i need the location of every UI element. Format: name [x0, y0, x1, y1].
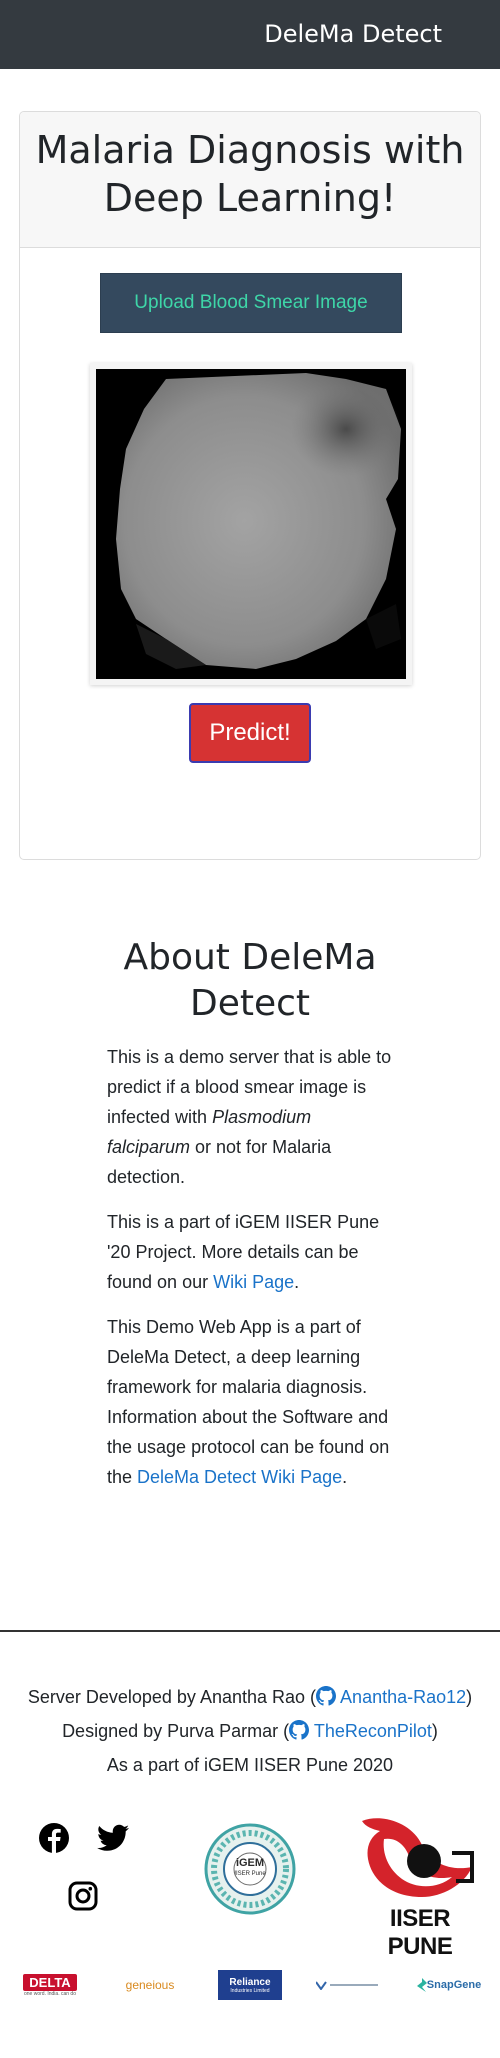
delema-wiki-link[interactable]: DeleMa Detect Wiki Page	[137, 1467, 342, 1487]
delta-logo: DELTA one word. India. can do	[18, 1970, 82, 2000]
twitter-icon[interactable]	[97, 1824, 129, 1852]
part-of-text: As a part of iGEM IISER Pune 2020	[106, 1755, 394, 1775]
delta-logo-text: DELTA	[23, 1973, 77, 1991]
card-header: Malaria Diagnosis with Deep Learning!	[20, 112, 480, 248]
developer-credit: Server Developed by Anantha Rao ( Ananth…	[0, 1680, 500, 1714]
igem-logo-text: iGEM	[235, 1857, 265, 1869]
designer-github-link[interactable]: TheReconPilot	[314, 1721, 432, 1741]
navbar-brand[interactable]: DeleMa Detect	[264, 20, 442, 48]
snapgene-logo: SnapGene	[416, 1970, 482, 2000]
partner-logo	[316, 1970, 380, 2000]
predict-button[interactable]: Predict!	[189, 703, 311, 763]
geneious-logo: geneious	[125, 1978, 175, 1992]
blood-smear-preview	[96, 369, 406, 679]
credit-text: Designed by Purva Parmar (	[62, 1721, 290, 1741]
about-text: .	[342, 1467, 348, 1487]
about-text: This Demo Web App is a part of DeleMa De…	[107, 1317, 390, 1487]
delta-logo-tagline: one word. India. can do	[24, 1990, 76, 1997]
snapgene-logo-text: SnapGene	[426, 1979, 482, 1991]
github-icon	[289, 1720, 310, 1740]
credit-text: )	[466, 1687, 473, 1707]
credit-text: )	[431, 1721, 438, 1741]
about-title: About DeleMa Detect	[123, 937, 377, 1024]
about-paragraph-2: This is a part of iGEM IISER Pune '20 Pr…	[107, 1207, 392, 1297]
designer-credit: Designed by Purva Parmar ( TheReconPilot…	[0, 1714, 500, 1748]
developer-github-link[interactable]: Anantha-Rao12	[340, 1687, 466, 1707]
iiser-pune-logo-text: IISER PUNE	[387, 1905, 453, 1960]
igem-logo-subtext: IISER Pune	[234, 1871, 266, 1877]
navbar: DeleMa Detect	[0, 0, 500, 69]
reliance-logo-tagline: Industries Limited	[230, 1987, 270, 1994]
reliance-logo: Reliance Industries Limited	[218, 1970, 282, 2000]
credits: Server Developed by Anantha Rao ( Ananth…	[0, 1680, 500, 1782]
diagnosis-card: Malaria Diagnosis with Deep Learning! Up…	[19, 111, 481, 860]
github-icon	[316, 1686, 337, 1706]
about-paragraph-3: This Demo Web App is a part of DeleMa De…	[107, 1312, 392, 1492]
iiser-pune-logo: IISER PUNE	[352, 1815, 482, 1960]
image-preview	[90, 363, 412, 685]
snapgene-icon	[416, 1978, 427, 1992]
igem-logo: iGEM IISER Pune	[204, 1823, 296, 1915]
wiki-page-link[interactable]: Wiki Page	[213, 1272, 294, 1292]
instagram-icon[interactable]	[68, 1881, 98, 1911]
about-paragraph-1: This is a demo server that is able to pr…	[107, 1042, 392, 1192]
reliance-logo-text: Reliance	[229, 1976, 271, 1988]
upload-image-button[interactable]: Upload Blood Smear Image	[100, 273, 402, 333]
footer-divider	[0, 1630, 500, 1632]
about-body: This is a demo server that is able to pr…	[107, 1042, 392, 1507]
about-text: .	[294, 1272, 300, 1292]
page-title: Malaria Diagnosis with Deep Learning!	[35, 128, 465, 220]
credit-text: Server Developed by Anantha Rao (	[27, 1687, 317, 1707]
facebook-icon[interactable]	[38, 1822, 70, 1854]
